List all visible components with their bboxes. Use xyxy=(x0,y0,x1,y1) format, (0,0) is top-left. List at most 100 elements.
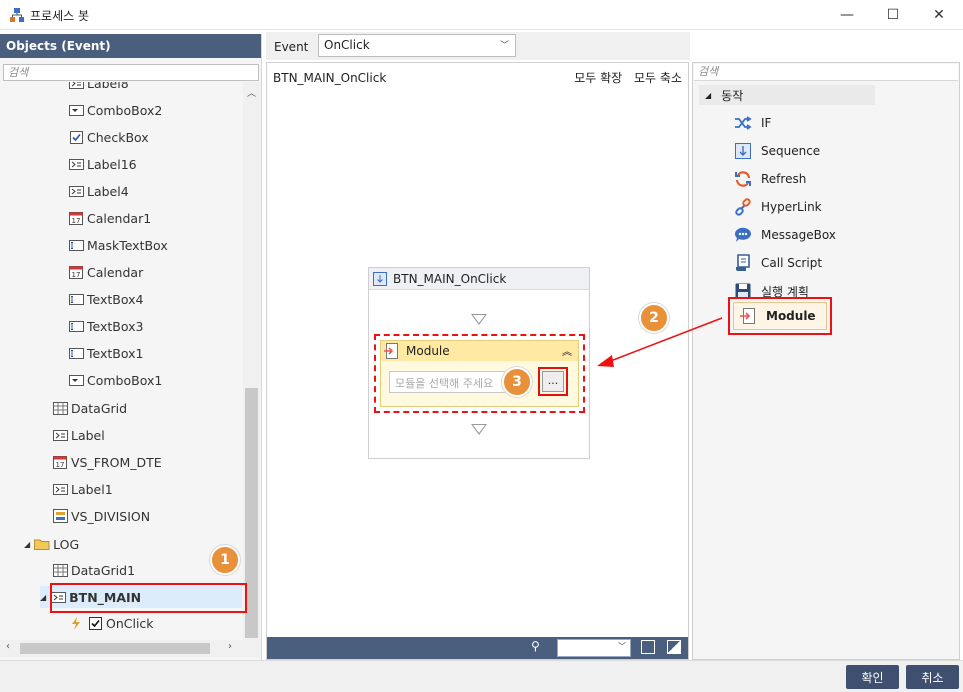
canvas-toolbar: ⚲ ﹀ xyxy=(267,637,688,659)
tree-item-log[interactable]: ◢ LOG xyxy=(24,533,79,555)
tree-item-label1[interactable]: Label1 xyxy=(52,478,113,500)
tree-item-datagrid[interactable]: DataGrid xyxy=(52,397,127,419)
tree-item-checkbox[interactable]: CheckBox xyxy=(68,126,149,148)
checkbox-icon[interactable] xyxy=(87,616,103,630)
label-icon xyxy=(52,483,68,496)
tree-item-onclick[interactable]: OnClick xyxy=(68,612,154,634)
tree-item-calendar[interactable]: 17 Calendar xyxy=(68,261,143,283)
toolbox-item-refresh[interactable]: Refresh xyxy=(733,167,806,191)
canvas-title: BTN_MAIN_OnClick xyxy=(273,71,387,85)
calendar-icon: 17 xyxy=(68,266,84,279)
maximize-button[interactable]: ☐ xyxy=(870,0,916,30)
objects-search-input[interactable]: 검색 xyxy=(3,64,259,81)
tree-item-textbox4[interactable]: TextBox4 xyxy=(68,288,143,310)
expand-triangle-icon[interactable]: ◢ xyxy=(705,91,711,100)
tree-item-masktextbox[interactable]: MaskTextBox xyxy=(68,234,168,256)
textbox-icon xyxy=(68,320,84,333)
module-icon xyxy=(384,343,398,359)
expand-triangle-icon[interactable]: ◢ xyxy=(24,540,30,549)
tree-horizontal-scrollbar[interactable]: ‹ › xyxy=(0,640,260,657)
tree-item-vs-from-dte[interactable]: 17 VS_FROM_DTE xyxy=(52,451,162,473)
dialog-footer: 확인 취소 xyxy=(0,660,963,692)
label-icon xyxy=(52,429,68,442)
toolbox-item-module[interactable]: Module xyxy=(733,302,827,330)
tree-item-vs-division[interactable]: VS_DIVISION xyxy=(52,505,150,527)
tree-item-calendar1[interactable]: 17 Calendar1 xyxy=(68,207,151,229)
tree-item-label16[interactable]: Label16 xyxy=(68,153,137,175)
tree-item-label[interactable]: Label xyxy=(52,424,105,446)
combobox-icon xyxy=(68,104,84,117)
label-icon xyxy=(68,185,84,198)
sequence-header: BTN_MAIN_OnClick xyxy=(369,268,589,290)
collapse-icon[interactable]: ︽ xyxy=(562,343,572,358)
toolbox-item-hyperlink[interactable]: HyperLink xyxy=(733,195,822,219)
title-bar: 프로세스 봇 — ☐ ✕ xyxy=(0,0,963,30)
textbox-icon xyxy=(68,239,84,252)
minimize-button[interactable]: — xyxy=(824,0,870,30)
toolbox-panel: 검색 ◢ 동작 IF Sequence Refresh HyperLink Me… xyxy=(692,62,960,660)
tree-item-datagrid1[interactable]: DataGrid1 xyxy=(52,559,135,581)
scroll-thumb[interactable] xyxy=(20,643,210,654)
module-activity[interactable]: Module ︽ 모듈을 선택해 주세요 ... xyxy=(380,340,579,407)
datagrid-icon xyxy=(52,401,68,415)
category-actions[interactable]: ◢ 동작 xyxy=(699,85,875,105)
scroll-left-icon[interactable]: ‹ xyxy=(6,641,10,652)
event-select[interactable]: OnClick ﹀ xyxy=(318,34,516,57)
tree-item-label4[interactable]: Label4 xyxy=(68,180,129,202)
chevron-down-icon: ﹀ xyxy=(499,41,509,51)
cancel-button[interactable]: 취소 xyxy=(906,665,959,689)
tree-item-label8[interactable]: Label8 xyxy=(68,82,129,94)
tree-item-combobox1[interactable]: ComboBox1 xyxy=(68,369,162,391)
tree-item-textbox1[interactable]: TextBox1 xyxy=(68,342,143,364)
fit-screen-icon[interactable] xyxy=(641,640,655,654)
tree-item-textbox3[interactable]: TextBox3 xyxy=(68,315,143,337)
label-icon xyxy=(68,158,84,171)
module-icon xyxy=(738,307,758,325)
sequence-icon xyxy=(733,142,753,160)
event-row: Event OnClick ﹀ xyxy=(266,32,690,60)
drop-arrow-icon xyxy=(471,424,487,435)
search-icon[interactable]: ⚲ xyxy=(531,639,540,653)
minimize-icon: — xyxy=(840,7,854,23)
scroll-right-icon[interactable]: › xyxy=(228,641,232,652)
callout-1: 1 xyxy=(210,545,240,575)
event-label: Event xyxy=(274,40,309,54)
expand-triangle-icon[interactable]: ◢ xyxy=(40,593,46,602)
lightning-icon xyxy=(68,616,84,630)
callout-3: 3 xyxy=(502,367,532,397)
combobox-icon xyxy=(68,374,84,387)
module-highlight-box: Module xyxy=(728,297,832,335)
folder-icon xyxy=(34,538,50,551)
expand-all-link[interactable]: 모두 확장 xyxy=(574,71,622,85)
label-icon xyxy=(68,82,84,90)
scroll-up-icon[interactable]: ︿ xyxy=(247,86,256,99)
tree-vertical-scrollbar[interactable]: ︿ xyxy=(243,82,260,642)
sequence-box[interactable]: BTN_MAIN_OnClick Module ︽ 모듈을 선택해 주세요 ..… xyxy=(368,267,590,459)
workflow-canvas[interactable]: BTN_MAIN_OnClick 모두 확장 모두 축소 BTN_MAIN_On… xyxy=(266,62,689,660)
btn-main-highlight-box xyxy=(50,583,247,613)
collapse-all-link[interactable]: 모두 축소 xyxy=(634,71,682,85)
objects-header: Objects (Event) xyxy=(0,34,261,58)
overview-icon[interactable] xyxy=(667,640,681,654)
sequence-icon xyxy=(373,271,387,286)
toolbox-item-call-script[interactable]: Call Script xyxy=(733,251,822,275)
refresh-icon xyxy=(733,170,753,188)
close-button[interactable]: ✕ xyxy=(916,0,962,30)
drop-arrow-icon xyxy=(471,314,487,325)
toolbox-item-sequence[interactable]: Sequence xyxy=(733,139,820,163)
callout-2: 2 xyxy=(639,303,669,333)
toolbox-search-input[interactable]: 검색 xyxy=(694,64,958,81)
browse-module-button[interactable]: ... xyxy=(542,371,564,392)
process-bot-icon xyxy=(10,8,24,22)
tree-item-combobox2[interactable]: ComboBox2 xyxy=(68,99,162,121)
ok-button[interactable]: 확인 xyxy=(846,665,899,689)
browse-highlight: ... xyxy=(538,367,568,396)
toolbox-item-messagebox[interactable]: MessageBox xyxy=(733,223,836,247)
toolbox-item-if[interactable]: IF xyxy=(733,111,771,135)
maximize-icon: ☐ xyxy=(886,7,900,23)
svg-text:17: 17 xyxy=(72,271,81,279)
shuffle-icon xyxy=(733,114,753,132)
textbox-icon xyxy=(68,293,84,306)
window-title: 프로세스 봇 xyxy=(30,9,90,23)
zoom-select[interactable]: ﹀ xyxy=(557,639,631,657)
